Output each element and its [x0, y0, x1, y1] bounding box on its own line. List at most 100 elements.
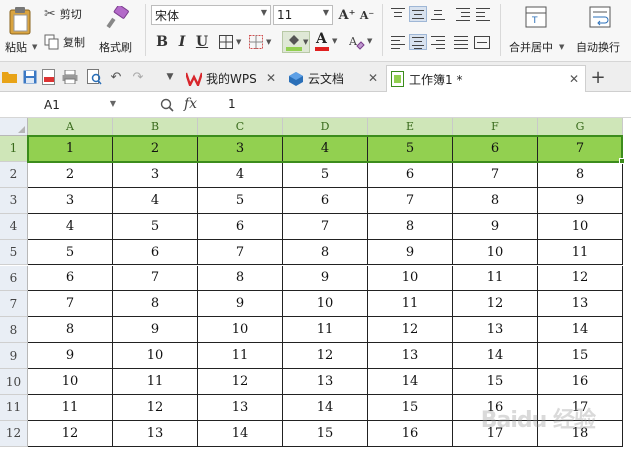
table-cell[interactable]: 8: [453, 187, 538, 214]
select-all-corner[interactable]: [0, 118, 28, 136]
cell-format-button[interactable]: ▼: [248, 34, 274, 50]
table-cell[interactable]: 14: [198, 420, 283, 447]
table-cell[interactable]: 10: [368, 265, 453, 292]
italic-button[interactable]: I: [173, 32, 191, 52]
table-cell[interactable]: 9: [28, 343, 113, 370]
table-cell[interactable]: 4: [198, 161, 283, 188]
table-cell[interactable]: 14: [538, 317, 623, 344]
table-cell[interactable]: 13: [368, 343, 453, 370]
table-cell[interactable]: 8: [198, 265, 283, 292]
row-header[interactable]: 11: [0, 395, 28, 421]
column-header[interactable]: E: [368, 118, 453, 136]
table-cell[interactable]: 7: [113, 265, 198, 292]
fill-color-button[interactable]: ▼: [282, 31, 310, 53]
formula-input[interactable]: 1: [228, 97, 236, 111]
shrink-font-button[interactable]: A⁻: [358, 5, 376, 25]
table-cell[interactable]: 13: [453, 317, 538, 344]
font-name-select[interactable]: 宋体 ▼: [151, 5, 271, 25]
row-header[interactable]: 9: [0, 343, 28, 370]
row-header[interactable]: 2: [0, 161, 28, 188]
table-cell[interactable]: 8: [113, 291, 198, 318]
name-box[interactable]: A1 ▼: [0, 95, 120, 115]
open-folder-icon[interactable]: [2, 69, 18, 85]
align-right-button[interactable]: [429, 34, 447, 50]
tab-cloud-docs[interactable]: 云文档 ✕: [284, 65, 384, 92]
table-cell[interactable]: 7: [198, 239, 283, 266]
insert-function-button[interactable]: fx: [184, 96, 197, 112]
grow-font-button[interactable]: A⁺: [338, 5, 356, 25]
table-cell[interactable]: 8: [283, 239, 368, 266]
table-cell[interactable]: 12: [198, 369, 283, 395]
table-cell[interactable]: 16: [538, 369, 623, 395]
table-cell[interactable]: 13: [283, 369, 368, 395]
table-cell[interactable]: 8: [28, 317, 113, 344]
table-cell[interactable]: 11: [283, 317, 368, 344]
table-cell[interactable]: 8: [538, 161, 623, 188]
table-cell[interactable]: 7: [283, 213, 368, 240]
redo-icon[interactable]: ↷: [130, 69, 146, 85]
table-cell[interactable]: 8: [368, 213, 453, 240]
row-header[interactable]: 4: [0, 213, 28, 240]
merge-center-button[interactable]: T 合并居中 ▼: [505, 4, 567, 56]
table-cell[interactable]: 10: [113, 343, 198, 370]
table-cell[interactable]: 12: [283, 343, 368, 370]
table-cell[interactable]: 7: [538, 136, 623, 162]
tab-my-wps[interactable]: 我的WPS ✕: [182, 65, 282, 92]
print-icon[interactable]: [62, 69, 78, 85]
new-tab-icon[interactable]: +: [590, 67, 606, 88]
table-cell[interactable]: 15: [538, 343, 623, 370]
column-header[interactable]: G: [538, 118, 623, 136]
table-cell[interactable]: 4: [113, 187, 198, 214]
table-cell[interactable]: 7: [368, 187, 453, 214]
close-icon[interactable]: ✕: [368, 71, 378, 85]
row-header[interactable]: 8: [0, 317, 28, 344]
underline-button[interactable]: U: [193, 32, 211, 52]
table-cell[interactable]: 7: [453, 161, 538, 188]
table-cell[interactable]: 4: [28, 213, 113, 240]
align-top-button[interactable]: [389, 6, 407, 22]
table-cell[interactable]: 13: [538, 291, 623, 318]
table-cell[interactable]: 6: [113, 239, 198, 266]
table-cell[interactable]: 12: [453, 291, 538, 318]
table-cell[interactable]: 5: [113, 213, 198, 240]
table-cell[interactable]: 6: [198, 213, 283, 240]
table-cell[interactable]: 9: [283, 265, 368, 292]
save-icon[interactable]: [22, 69, 38, 85]
bold-button[interactable]: B: [153, 32, 171, 52]
table-cell[interactable]: 6: [28, 265, 113, 292]
align-left-button[interactable]: [389, 34, 407, 50]
table-cell[interactable]: 13: [198, 395, 283, 421]
table-cell[interactable]: 11: [113, 369, 198, 395]
export-pdf-icon[interactable]: [41, 69, 57, 85]
table-cell[interactable]: 3: [28, 187, 113, 214]
align-middle-button[interactable]: [409, 6, 427, 22]
table-cell[interactable]: 12: [538, 265, 623, 292]
table-cell[interactable]: 2: [113, 136, 198, 162]
table-cell[interactable]: 6: [368, 161, 453, 188]
undo-icon[interactable]: ↶: [108, 69, 124, 85]
column-header[interactable]: B: [113, 118, 198, 136]
table-cell[interactable]: 9: [453, 213, 538, 240]
table-cell[interactable]: 12: [113, 395, 198, 421]
table-cell[interactable]: 11: [453, 265, 538, 292]
table-cell[interactable]: 2: [28, 161, 113, 188]
clear-format-button[interactable]: A ▼: [348, 32, 374, 52]
table-cell[interactable]: 3: [198, 136, 283, 162]
table-cell[interactable]: 14: [453, 343, 538, 370]
table-cell[interactable]: 5: [198, 187, 283, 214]
table-cell[interactable]: 5: [283, 161, 368, 188]
table-cell[interactable]: 15: [453, 369, 538, 395]
table-cell[interactable]: 12: [368, 317, 453, 344]
align-bottom-button[interactable]: [429, 6, 447, 22]
table-cell[interactable]: 11: [368, 291, 453, 318]
customize-toolbar-icon[interactable]: ▼: [162, 69, 178, 85]
row-header[interactable]: 10: [0, 369, 28, 395]
row-header[interactable]: 3: [0, 187, 28, 214]
table-cell[interactable]: 10: [198, 317, 283, 344]
format-painter-button[interactable]: 格式刷: [96, 4, 138, 56]
table-cell[interactable]: 14: [368, 369, 453, 395]
borders-button[interactable]: ▼: [218, 34, 244, 50]
close-icon[interactable]: ✕: [266, 71, 276, 85]
table-cell[interactable]: 14: [283, 395, 368, 421]
table-cell[interactable]: 13: [113, 420, 198, 447]
